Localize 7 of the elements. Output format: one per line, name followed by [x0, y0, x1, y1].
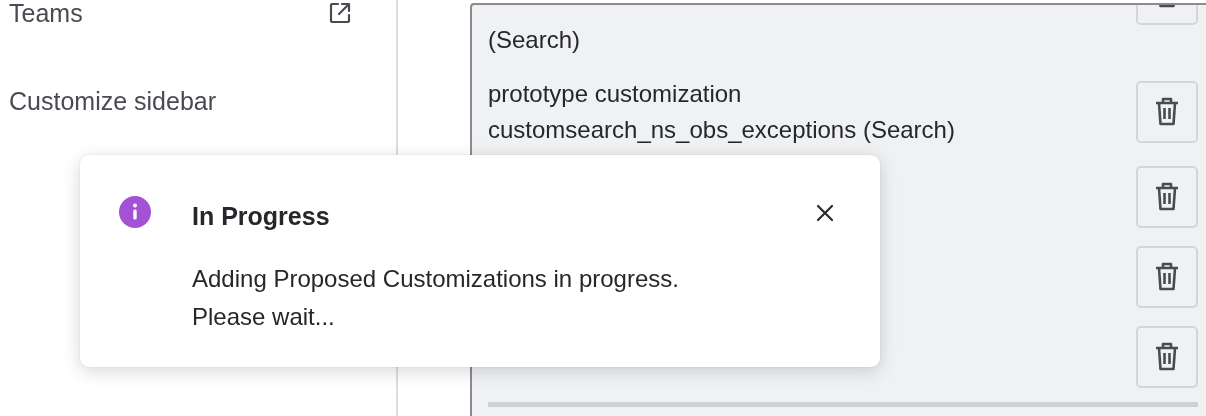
customization-name: customsearch_ns_obs_exceptions (Search)	[488, 115, 955, 145]
toast-title: In Progress	[192, 201, 331, 232]
sidebar-item[interactable]: Teams	[9, 0, 83, 28]
customization-name: (Search)	[488, 25, 581, 55]
toast-message: Adding Proposed Customizations in progress. Please wait...	[192, 264, 680, 332]
sidebar-item[interactable]: Customize sidebar	[9, 86, 217, 116]
customization-name: prototype customization	[488, 79, 743, 109]
